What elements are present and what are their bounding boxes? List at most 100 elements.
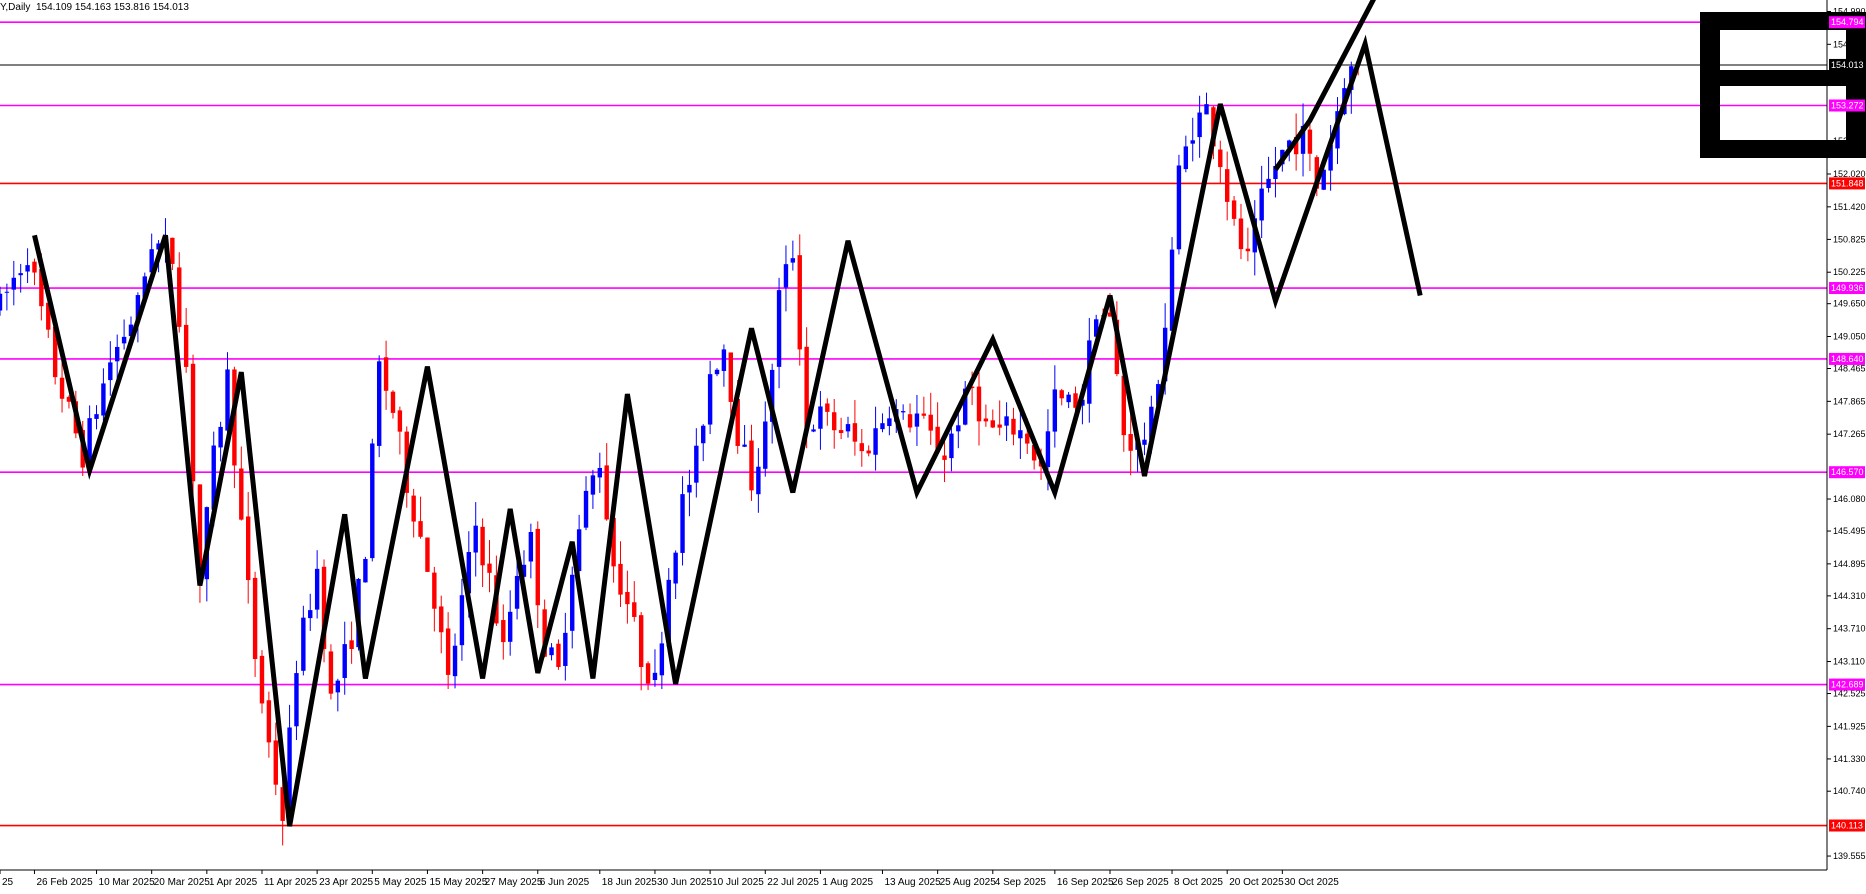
zigzag-projection-line xyxy=(1273,0,1376,172)
candle-body xyxy=(680,494,685,553)
level-label-text: 151.848 xyxy=(1831,178,1864,188)
candle-body xyxy=(549,647,554,656)
time-tick-label: 26 Sep 2025 xyxy=(1112,877,1169,888)
candle-body xyxy=(852,423,858,442)
candle-body xyxy=(1045,431,1051,468)
price-tick-label: 141.330 xyxy=(1833,754,1866,764)
candle-body xyxy=(266,700,272,743)
candle-body xyxy=(294,673,299,727)
candle-body xyxy=(342,644,347,678)
candle-body xyxy=(625,591,630,605)
candle-body xyxy=(811,429,816,432)
time-tick-label: 30 Oct 2025 xyxy=(1284,877,1339,888)
candle-body xyxy=(245,516,251,581)
candle-body xyxy=(914,413,920,427)
candle-body xyxy=(487,563,492,573)
candle-body xyxy=(797,255,802,350)
candle-body xyxy=(673,552,678,584)
candle-body xyxy=(638,615,644,667)
time-tick-label: 4 Sep 2025 xyxy=(995,877,1047,888)
level-label-text: 142.689 xyxy=(1831,680,1864,690)
candle-body xyxy=(790,258,796,263)
candle-body xyxy=(921,413,927,416)
candle-body xyxy=(583,490,589,528)
candle-body xyxy=(783,264,789,288)
candle-body xyxy=(273,740,278,785)
time-axis: 25 26 Feb 2025 10 Mar 202520 Mar 20251 Apr… xyxy=(0,870,1339,888)
candle-body xyxy=(866,450,871,454)
time-tick-label: 20 Mar 2025 xyxy=(154,877,211,888)
candle-body xyxy=(928,414,933,431)
time-tick-label: 1 Aug 2025 xyxy=(822,877,873,888)
candlestick-series xyxy=(0,59,1361,846)
candle-body xyxy=(1142,439,1147,445)
candle-body xyxy=(308,610,313,619)
price-chart[interactable]: 154.990154.390153.805152.620152.020151.4… xyxy=(0,0,1866,894)
candle-body xyxy=(1011,418,1016,435)
zigzag-line xyxy=(32,34,1423,827)
candle-body xyxy=(556,643,561,668)
candle-body xyxy=(983,418,989,422)
candle-body xyxy=(11,277,16,290)
candle-body xyxy=(1266,178,1271,189)
candle-body xyxy=(473,525,478,553)
candle-body xyxy=(225,369,230,431)
candle-body xyxy=(880,423,885,430)
candle-body xyxy=(832,412,837,431)
candle-body xyxy=(618,563,623,595)
candle-body xyxy=(776,290,782,367)
candle-body xyxy=(1197,112,1202,138)
price-tick-label: 143.710 xyxy=(1833,624,1866,634)
candle-body xyxy=(1231,200,1237,219)
candle-body xyxy=(597,467,603,478)
candle-body xyxy=(825,403,830,412)
candle-body xyxy=(397,410,403,432)
level-label-text: 148.640 xyxy=(1831,354,1864,364)
candle-body xyxy=(1059,390,1064,399)
candle-body xyxy=(349,640,354,650)
candle-body xyxy=(707,374,713,425)
candle-body xyxy=(845,424,851,432)
candle-body xyxy=(1307,129,1313,154)
candle-body xyxy=(701,425,706,444)
price-tick-label: 147.865 xyxy=(1833,396,1866,406)
candle-body xyxy=(887,418,892,427)
time-tick-label: 16 Sep 2025 xyxy=(1057,877,1114,888)
candle-body xyxy=(370,443,375,559)
candle-body xyxy=(1128,434,1133,451)
candle-body xyxy=(218,426,223,448)
candle-body xyxy=(728,352,733,402)
level-label-text: 140.113 xyxy=(1831,821,1863,831)
candle-body xyxy=(714,369,720,375)
candle-body xyxy=(632,602,637,617)
candle-body xyxy=(694,445,699,483)
time-tick-label: 8 Oct 2025 xyxy=(1174,877,1223,888)
time-tick-label: 25 xyxy=(2,877,14,888)
price-tick-label: 150.825 xyxy=(1833,234,1866,244)
candle-body xyxy=(108,362,113,381)
candle-body xyxy=(259,655,265,704)
price-tick-label: 149.050 xyxy=(1833,332,1866,342)
price-tick-label: 147.265 xyxy=(1833,429,1866,439)
candle-body xyxy=(94,414,99,419)
candle-body xyxy=(25,265,30,272)
candle-body xyxy=(170,237,175,264)
time-tick-label: 5 May 2025 xyxy=(374,877,427,888)
price-tick-label: 139.555 xyxy=(1833,851,1866,861)
candle-body xyxy=(659,643,665,676)
candle-body xyxy=(742,444,747,447)
candle-body xyxy=(1052,389,1058,432)
candle-body xyxy=(376,361,382,446)
time-tick-label: 1 Apr 2025 xyxy=(209,877,258,888)
candle-body xyxy=(763,421,768,469)
candle-body xyxy=(645,663,651,684)
price-tick-label: 152.620 xyxy=(1833,136,1866,146)
level-label-text: 154.794 xyxy=(1831,17,1864,27)
candle-body xyxy=(480,526,485,566)
candle-body xyxy=(1204,104,1209,115)
candle-body xyxy=(4,291,10,293)
candle-body xyxy=(721,349,727,371)
candle-body xyxy=(1066,394,1071,403)
candle-body xyxy=(183,324,189,367)
price-tick-label: 145.495 xyxy=(1833,526,1866,536)
